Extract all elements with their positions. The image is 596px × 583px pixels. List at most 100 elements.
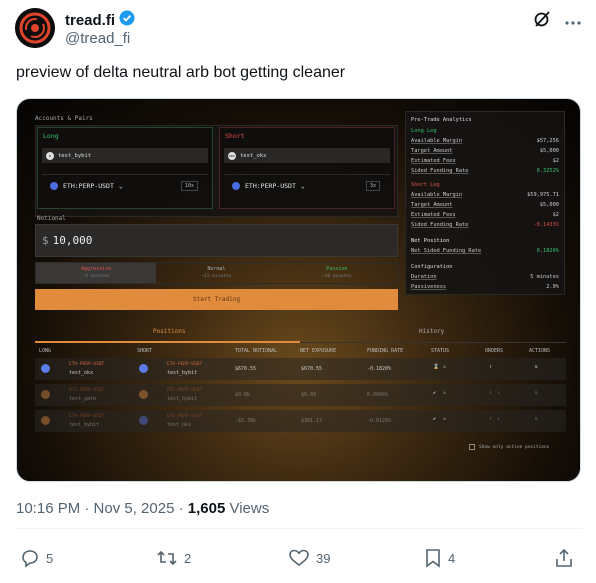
row-value: 0.1820% bbox=[536, 248, 559, 254]
long-pair-label: ETH:PERP-USDT bbox=[63, 181, 114, 190]
long-leg-text: Long Leg bbox=[411, 128, 437, 134]
mode-label: Normal bbox=[207, 266, 226, 272]
more-options-icon[interactable] bbox=[565, 13, 581, 31]
long-pair-select[interactable]: ETH:PERP-USDT ⌄ 10x bbox=[42, 174, 208, 196]
row-key: Duration bbox=[411, 274, 437, 280]
bookmark-button[interactable]: 4 bbox=[424, 548, 455, 568]
arrow-down-icon[interactable]: ↓ bbox=[497, 390, 500, 396]
reply-button[interactable]: 5 bbox=[20, 548, 53, 568]
display-name[interactable]: tread.fi bbox=[65, 12, 115, 29]
row-key: Net Sided Funding Rate bbox=[411, 248, 482, 254]
check-icon: ✔ bbox=[433, 416, 437, 422]
table-row[interactable]: ETH-PERP-USDT test_bybit ETH-PERP-USDT t… bbox=[35, 410, 566, 432]
long-account: test_okx bbox=[69, 370, 94, 376]
analytics-row: Net Sided Funding Rate 0.1820% bbox=[411, 248, 559, 257]
net-exposure: $301.17 bbox=[301, 418, 323, 424]
tweet-timestamp[interactable]: 10:16 PM · Nov 5, 2025 · bbox=[16, 500, 188, 517]
funding-rate: -0.0129% bbox=[367, 418, 392, 424]
repost-icon bbox=[157, 550, 177, 566]
long-box: Long B test_bybit ETH:PERP-USDT ⌄ 10x bbox=[37, 127, 213, 209]
notional-input[interactable]: $ 10,000 bbox=[35, 224, 398, 257]
arrow-down-icon[interactable]: ↓ bbox=[497, 416, 500, 422]
analytics-row: Sided Funding Rate 0.3252% bbox=[411, 168, 559, 177]
execution-mode-selector: Aggressive ~5 minutes Normal ~15 minutes… bbox=[35, 262, 398, 284]
analytics-row: Passiveness 2.0% bbox=[411, 284, 559, 293]
short-leverage[interactable]: 3x bbox=[365, 181, 380, 191]
table-row[interactable]: ETH-PERP-USDT test_okx ETH-PERP-USDT tes… bbox=[35, 358, 566, 380]
analytics-row: Estimated Fees $2 bbox=[411, 158, 559, 167]
tab-history[interactable]: History bbox=[419, 328, 444, 335]
long-leverage[interactable]: 10x bbox=[180, 181, 198, 191]
arrow-up-icon[interactable]: ↑ bbox=[489, 390, 492, 396]
col-total-notional: TOTAL NOTIONAL bbox=[235, 348, 278, 354]
repost-count: 2 bbox=[184, 550, 192, 566]
section-title: Accounts & Pairs bbox=[35, 115, 93, 122]
analytics-title-text: Pre-Trade Analytics bbox=[411, 117, 472, 123]
analytics-row: Target Amount $5,000 bbox=[411, 148, 559, 157]
short-pair-select[interactable]: ETH:PERP-USDT ⌄ 3x bbox=[224, 174, 390, 196]
row-value: -0.1433% bbox=[533, 222, 559, 228]
handle[interactable]: @tread_fi bbox=[65, 30, 130, 47]
grok-icon[interactable] bbox=[533, 10, 551, 33]
row-value: $5,000 bbox=[539, 148, 559, 154]
tweet-header: tread.fi @tread_fi bbox=[15, 8, 581, 52]
short-pair: ETH-PERP-USDT bbox=[167, 414, 203, 419]
tab-positions[interactable]: Positions bbox=[153, 328, 186, 335]
bookmark-icon bbox=[426, 549, 440, 568]
positions-tabs: Positions History bbox=[35, 325, 566, 343]
row-value: $2 bbox=[552, 158, 559, 164]
row-key: Passiveness bbox=[411, 284, 447, 290]
okx-icon: OKX bbox=[228, 151, 236, 160]
like-button[interactable]: 39 bbox=[288, 548, 330, 568]
long-leg-label: Long Leg bbox=[411, 128, 559, 137]
short-account[interactable]: OKX test_okx bbox=[224, 148, 390, 163]
tweet-media[interactable]: Accounts & Pairs Long B test_bybit ETH:P… bbox=[16, 98, 581, 482]
actions-icon[interactable]: ⇅ bbox=[535, 416, 538, 422]
start-trading-button[interactable]: Start Trading bbox=[35, 289, 398, 310]
tweet-actions: 5 2 39 4 bbox=[20, 548, 580, 570]
short-pair: ETH-PERP-USDT bbox=[167, 362, 203, 367]
arrow-up-icon[interactable]: ↑ bbox=[489, 364, 492, 370]
net-exposure: $0.03 bbox=[301, 392, 317, 398]
mode-passive[interactable]: Passive ~30 minutes bbox=[277, 263, 397, 283]
bookmark-count: 4 bbox=[448, 550, 456, 566]
col-actions: ACTIONS bbox=[529, 348, 551, 354]
long-pair: ETH-PERP-USDT bbox=[69, 362, 105, 367]
row-key: Target Amount bbox=[411, 202, 453, 208]
repost-button[interactable]: 2 bbox=[156, 548, 191, 568]
row-value: $59,975.71 bbox=[527, 192, 559, 198]
like-count: 39 bbox=[316, 550, 331, 566]
show-active-toggle[interactable]: Show only active positions bbox=[469, 444, 549, 450]
show-active-label: Show only active positions bbox=[479, 444, 550, 450]
actions-icon[interactable]: ⇅ bbox=[535, 390, 538, 396]
col-status: STATUS bbox=[431, 348, 450, 354]
checkbox[interactable] bbox=[469, 444, 475, 450]
table-row[interactable]: BTC-PERP-USDT test_gate BTC-PERP-USDT te… bbox=[35, 384, 566, 406]
long-account-label: test_bybit bbox=[58, 152, 92, 159]
avatar[interactable] bbox=[15, 8, 55, 48]
short-account: test_bybit bbox=[167, 370, 198, 376]
net-exposure: $670.55 bbox=[301, 366, 323, 372]
actions-icon[interactable]: ⇅ bbox=[535, 364, 538, 370]
short-box: Short OKX test_okx ETH:PERP-USDT ⌄ 3x bbox=[219, 127, 395, 209]
chevron-down-icon: ⌄ bbox=[300, 181, 305, 190]
share-button[interactable] bbox=[554, 548, 574, 568]
short-title: Short bbox=[225, 132, 245, 140]
eth-icon bbox=[232, 181, 240, 190]
eth-icon bbox=[41, 416, 50, 425]
mode-normal[interactable]: Normal ~15 minutes bbox=[156, 263, 276, 283]
short-account-label: test_okx bbox=[240, 152, 267, 159]
short-pair: BTC-PERP-USDT bbox=[167, 388, 203, 393]
arrow-up-icon[interactable]: ↑ bbox=[489, 416, 492, 422]
analytics-row: Estimated Fees $2 bbox=[411, 212, 559, 221]
tweet-text: preview of delta neutral arb bot getting… bbox=[16, 64, 346, 81]
short-leg-text: Short Leg bbox=[411, 182, 440, 188]
mode-aggressive[interactable]: Aggressive ~5 minutes bbox=[36, 263, 157, 283]
tweet-meta: 10:16 PM · Nov 5, 2025 · 1,605 Views bbox=[16, 500, 269, 517]
eth-icon bbox=[139, 416, 148, 425]
long-account[interactable]: B test_bybit bbox=[42, 148, 208, 163]
col-long: LONG bbox=[39, 348, 52, 354]
warning-icon: ⚠ bbox=[443, 364, 447, 370]
reply-count: 5 bbox=[46, 550, 54, 566]
row-key: Estimated Fees bbox=[411, 212, 456, 218]
